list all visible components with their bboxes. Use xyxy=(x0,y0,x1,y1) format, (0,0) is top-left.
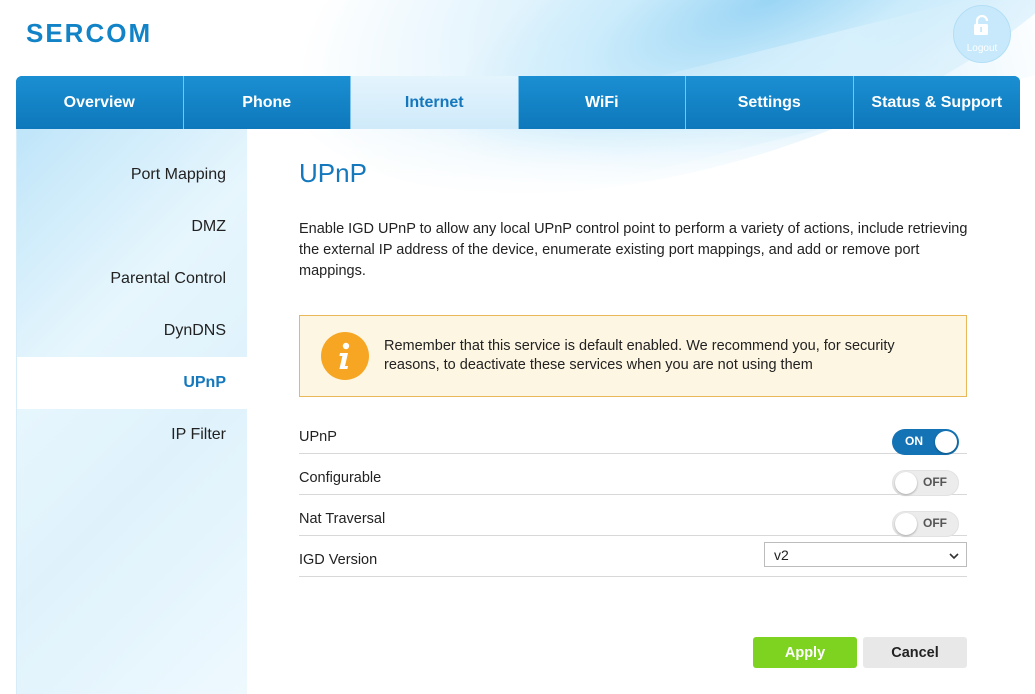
setting-label: IGD Version xyxy=(299,552,378,568)
tab-settings[interactable]: Settings xyxy=(686,76,854,129)
chevron-down-icon xyxy=(948,549,960,565)
tab-internet[interactable]: Internet xyxy=(351,76,519,129)
logout-label: Logout xyxy=(966,42,998,54)
setting-row-igd-version: IGD Version v2 xyxy=(299,536,967,577)
setting-label: Configurable xyxy=(299,470,382,486)
upnp-toggle[interactable]: ON xyxy=(892,429,959,455)
setting-row-configurable: Configurable OFF xyxy=(299,454,967,496)
tab-phone[interactable]: Phone xyxy=(183,76,351,129)
brand-logo: SERCOM xyxy=(26,20,206,46)
select-value: v2 xyxy=(774,546,789,563)
cancel-button[interactable]: Cancel xyxy=(863,637,967,668)
notice-text: Remember that this service is default en… xyxy=(384,338,895,373)
settings-list: UPnP ON Configurable OFF Nat Traversal O… xyxy=(299,413,967,577)
unlock-icon xyxy=(971,14,993,42)
info-icon xyxy=(321,332,369,380)
apply-button[interactable]: Apply xyxy=(753,637,857,668)
sidebar-item-parental-control[interactable]: Parental Control xyxy=(17,253,247,305)
toggle-state: OFF xyxy=(923,516,947,530)
brand-logo-text: SERCOM xyxy=(26,21,152,45)
sidebar: Port Mapping DMZ Parental Control DynDNS… xyxy=(16,129,247,694)
setting-label: UPnP xyxy=(299,429,337,445)
security-notice: Remember that this service is default en… xyxy=(299,315,967,397)
tab-overview[interactable]: Overview xyxy=(16,76,184,129)
main-content: UPnP Enable IGD UPnP to allow any local … xyxy=(247,129,1020,694)
configurable-toggle[interactable]: OFF xyxy=(892,470,959,496)
igd-version-select[interactable]: v2 xyxy=(764,542,967,567)
toggle-state: OFF xyxy=(923,475,947,489)
main-nav-tabs: Overview Phone Internet WiFi Settings St… xyxy=(16,76,1020,129)
toggle-knob xyxy=(895,513,917,535)
setting-row-upnp: UPnP ON xyxy=(299,413,967,455)
sidebar-item-dyndns[interactable]: DynDNS xyxy=(17,305,247,357)
toggle-state: ON xyxy=(905,434,923,448)
sidebar-item-ip-filter[interactable]: IP Filter xyxy=(17,409,247,461)
sidebar-item-dmz[interactable]: DMZ xyxy=(17,201,247,253)
tab-status-support[interactable]: Status & Support xyxy=(853,76,1020,129)
toggle-knob xyxy=(935,431,957,453)
page-title: UPnP xyxy=(299,158,367,188)
setting-row-nat-traversal: Nat Traversal OFF xyxy=(299,495,967,537)
page-description: Enable IGD UPnP to allow any local UPnP … xyxy=(299,221,968,279)
tab-wifi[interactable]: WiFi xyxy=(518,76,686,129)
brand-logo-graphic: SERCOM xyxy=(26,21,152,45)
logout-button[interactable]: Logout xyxy=(953,5,1011,63)
sidebar-item-upnp[interactable]: UPnP xyxy=(17,357,247,409)
sidebar-item-port-mapping[interactable]: Port Mapping xyxy=(17,149,247,201)
toggle-knob xyxy=(895,472,917,494)
setting-label: Nat Traversal xyxy=(299,511,386,527)
nat-traversal-toggle[interactable]: OFF xyxy=(892,511,959,537)
